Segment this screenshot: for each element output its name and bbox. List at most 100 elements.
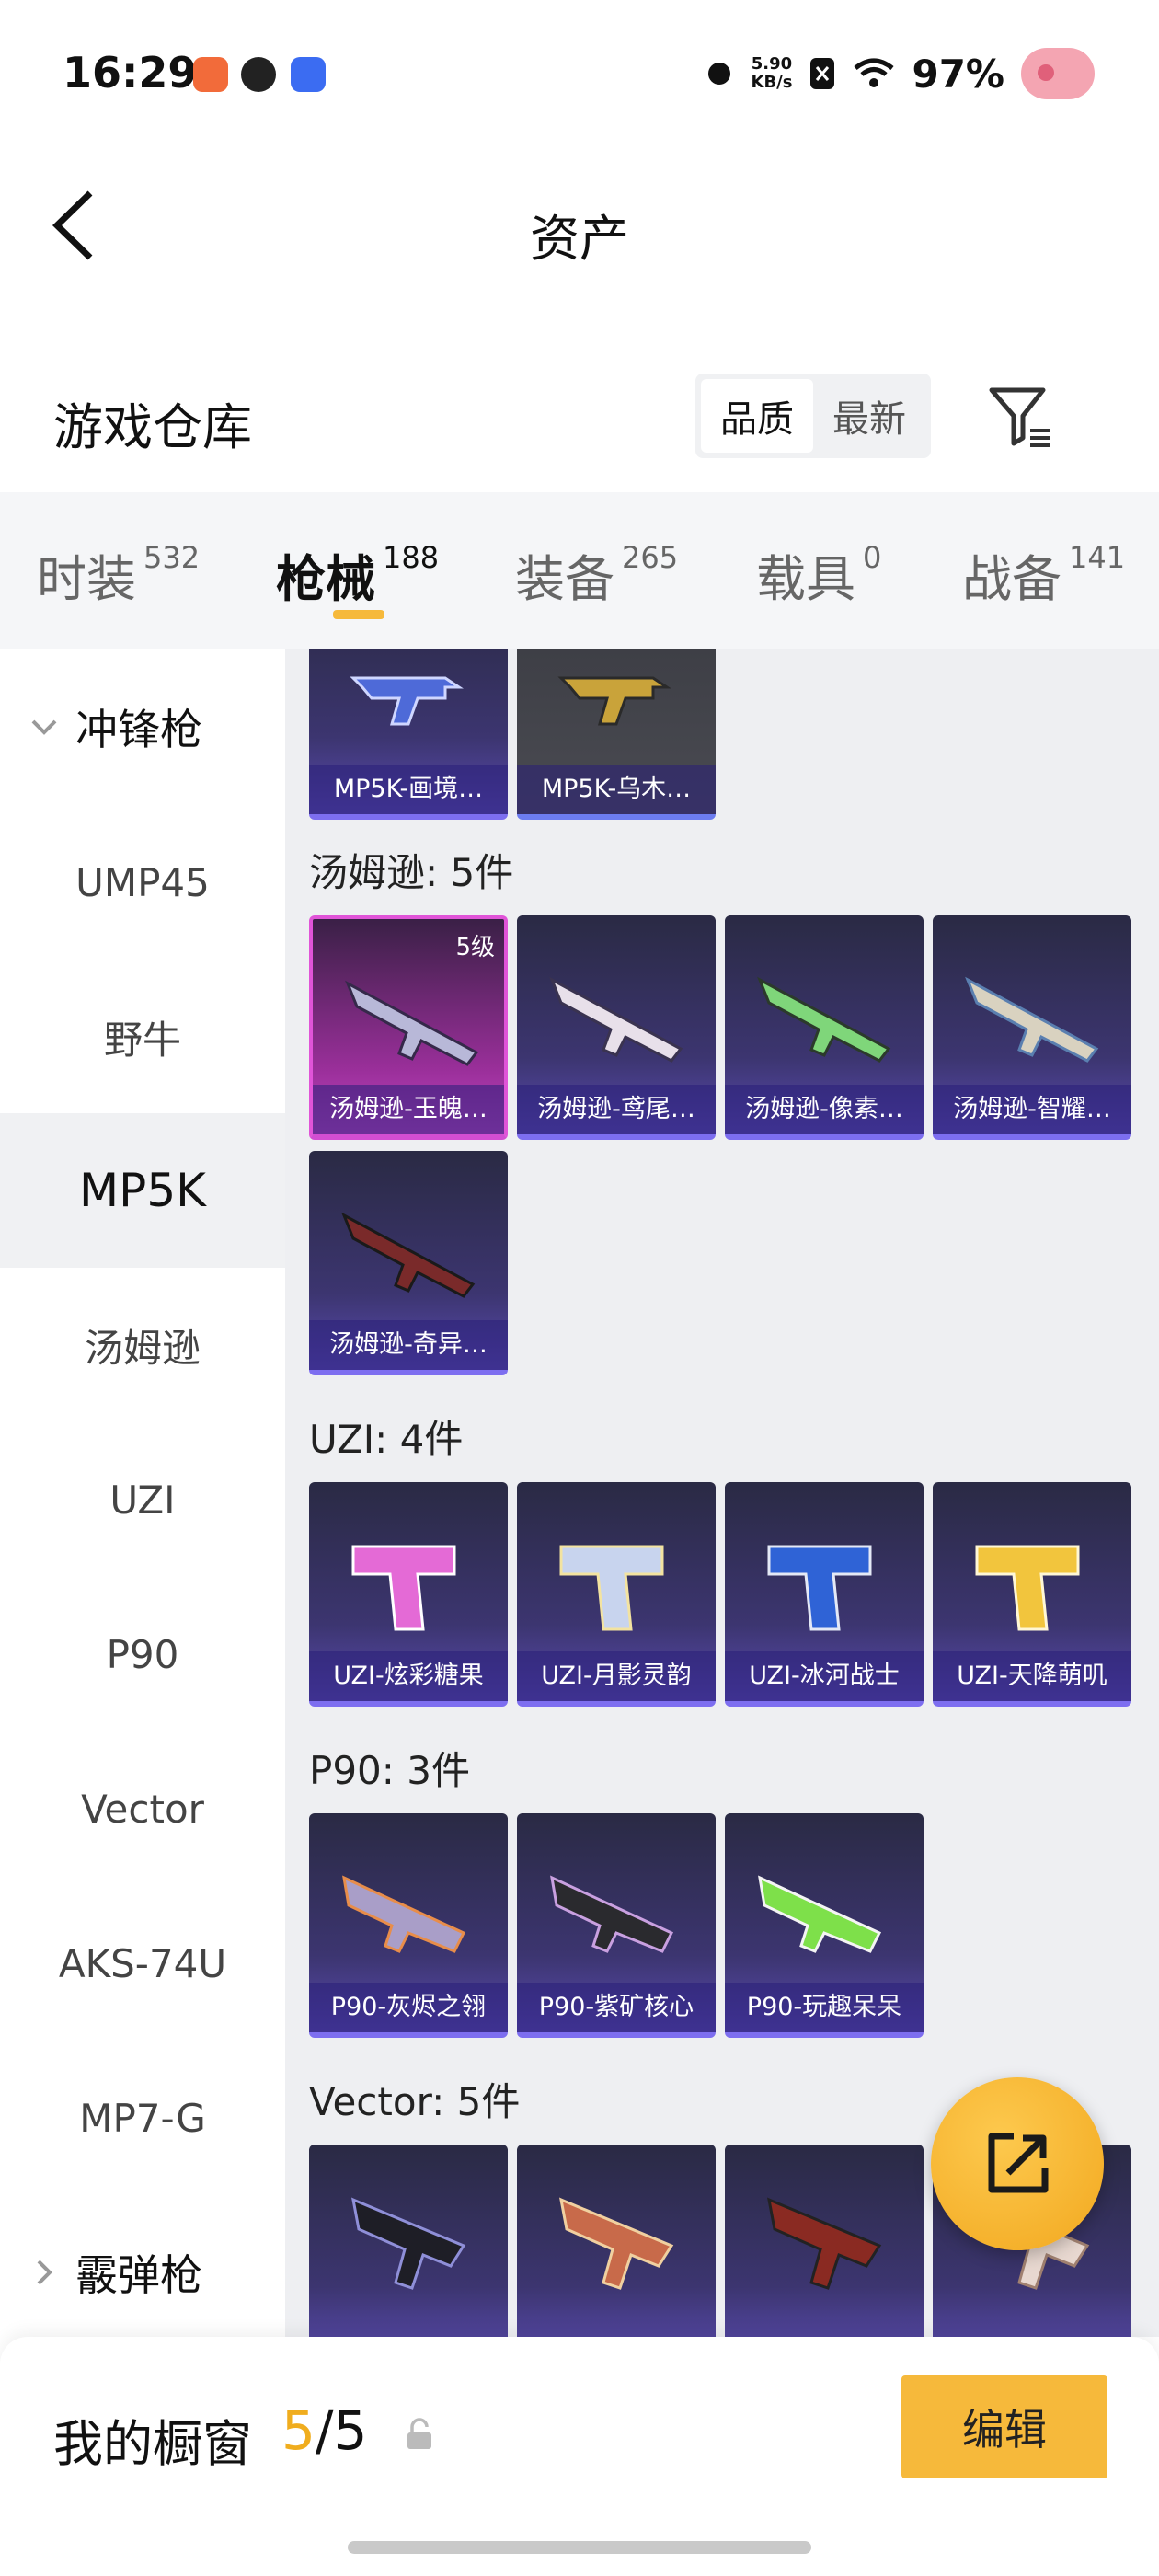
sidebar-item-uzi[interactable]: UZI [0, 1422, 285, 1577]
skin-card[interactable]: UZI-月影灵韵 [517, 1482, 716, 1707]
sort-quality-button[interactable]: 品质 [701, 379, 813, 453]
chevron-right-icon [37, 2260, 52, 2285]
sidebar-item-aks74u[interactable]: AKS-74U [0, 1886, 285, 2041]
tab-label: 时装 [37, 550, 136, 608]
active-tab-indicator [333, 610, 384, 619]
sidebar-item-p90[interactable]: P90 [0, 1577, 285, 1731]
pistol-skin-icon [559, 1545, 664, 1631]
tab-fashion[interactable]: 时装 532 [37, 538, 200, 611]
skin-card[interactable]: P90-灰烬之翎 [309, 1813, 508, 2038]
tab-label: 枪械 [276, 550, 375, 608]
skin-name: MP5K-乌木… [517, 765, 716, 814]
edit-button[interactable]: 编辑 [901, 2375, 1107, 2478]
skin-card[interactable]: 5级 汤姆逊-玉魄… [309, 915, 508, 1140]
sidebar-item-thompson[interactable]: 汤姆逊 [0, 1268, 285, 1422]
net-speed-unit: KB/s [751, 73, 793, 92]
skin-name: UZI-炫彩糖果 [309, 1651, 508, 1701]
lock-icon [407, 2418, 431, 2449]
skin-card[interactable]: 汤姆逊-像素… [725, 915, 924, 1140]
skin-name: P90-玩趣呆呆 [725, 1983, 924, 2032]
warehouse-row: 游戏仓库 品质 最新 [0, 350, 1159, 488]
home-indicator[interactable] [348, 2541, 811, 2554]
pistol-skin-icon [767, 1545, 872, 1631]
skin-name: P90-灰烬之翎 [309, 1983, 508, 2032]
skin-name: UZI-冰河战士 [725, 1651, 924, 1701]
skin-card[interactable]: 汤姆逊-智耀… [933, 915, 1131, 1140]
skin-card[interactable]: MP5K-画境… [309, 649, 508, 820]
tab-count: 532 [143, 540, 201, 575]
skin-name: 汤姆逊-奇异… [309, 1320, 508, 1370]
tab-label: 载具 [756, 550, 855, 608]
skin-name: MP5K-画境… [309, 765, 508, 814]
status-time: 16:29 [63, 48, 198, 98]
share-button[interactable] [931, 2077, 1104, 2250]
skin-card[interactable]: 汤姆逊-奇异… [309, 1151, 508, 1375]
skin-card[interactable]: 汤姆逊-鸢尾… [517, 915, 716, 1140]
net-speed-value: 5.90 [751, 54, 793, 74]
net-speed: 5.90 KB/s [752, 55, 793, 92]
skin-name: 汤姆逊-智耀… [933, 1085, 1131, 1134]
skin-card[interactable]: MP5K-乌木… [517, 649, 716, 820]
pistol-skin-icon [975, 1545, 1080, 1631]
rifle-skin-icon [757, 976, 891, 1063]
bluetooth-icon [707, 63, 730, 85]
sidebar-item-bison[interactable]: 野牛 [0, 960, 285, 1114]
tab-vehicles[interactable]: 载具 0 [756, 538, 881, 611]
tab-equipment[interactable]: 装备 265 [515, 538, 678, 611]
filter-icon[interactable] [986, 383, 1056, 453]
tab-supplies[interactable]: 战备 141 [962, 538, 1125, 611]
section-title-uzi: UZI: 4件 [309, 1417, 464, 1462]
skin-card[interactable]: UZI-天降萌叽 [933, 1482, 1131, 1707]
app-icon-2 [241, 57, 276, 92]
section-title-thompson: 汤姆逊: 5件 [309, 850, 514, 895]
showcase-total: /5 [315, 2399, 368, 2462]
skin-card[interactable] [309, 2145, 508, 2337]
sidebar-item-mp5k[interactable]: MP5K [0, 1113, 285, 1268]
app-icon-1 [193, 57, 228, 92]
app-icon-3 [291, 57, 326, 92]
skin-name: 汤姆逊-鸢尾… [517, 1085, 716, 1134]
tab-count: 141 [1069, 540, 1126, 575]
showcase-bar: 我的橱窗 5/5 编辑 [0, 2337, 1159, 2576]
skin-card[interactable]: UZI-炫彩糖果 [309, 1482, 508, 1707]
tab-count: 265 [622, 540, 679, 575]
smg-skin-icon [557, 676, 671, 726]
sidebar-item-mp7g[interactable]: MP7-G [0, 2041, 285, 2195]
weapon-sidebar: 冲锋枪 UMP45 野牛 MP5K 汤姆逊 UZI P90 Vector AKS… [0, 649, 285, 2337]
section-title-p90: P90: 3件 [309, 1748, 470, 1793]
wifi-icon [854, 58, 895, 87]
section-title-vector: Vector: 5件 [309, 2079, 521, 2124]
skin-card[interactable]: UZI-冰河战士 [725, 1482, 924, 1707]
skin-name: P90-紫矿核心 [517, 1983, 716, 2032]
chevron-down-icon [31, 719, 57, 735]
smg-skin-icon [758, 1875, 882, 1953]
page-title: 资产 [530, 210, 629, 268]
sim-icon [810, 58, 835, 89]
tab-firearms[interactable]: 枪械 188 [276, 538, 439, 611]
skin-card[interactable]: P90-紫矿核心 [517, 1813, 716, 2038]
sort-toggle: 品质 最新 [695, 374, 931, 458]
app-header: 资产 [0, 138, 1159, 313]
sidebar-item-ump45[interactable]: UMP45 [0, 805, 285, 960]
smg-skin-icon [350, 676, 464, 726]
status-right-group: 5.90 KB/s 97% [704, 48, 1095, 99]
showcase-count: 5/5 [281, 2399, 367, 2462]
rifle-skin-icon [341, 1212, 476, 1298]
tab-count: 0 [863, 540, 882, 575]
sidebar-group-label: 冲锋枪 [75, 705, 202, 754]
skin-card[interactable]: P90-玩趣呆呆 [725, 1813, 924, 2038]
smg-skin-icon [351, 2197, 466, 2290]
sort-newest-button[interactable]: 最新 [813, 379, 925, 453]
warehouse-title: 游戏仓库 [53, 398, 252, 456]
tab-label: 战备 [962, 550, 1061, 608]
showcase-label: 我的橱窗 [53, 2415, 252, 2473]
skin-card[interactable] [725, 2145, 924, 2337]
sidebar-group-label: 霰弹枪 [75, 2250, 202, 2300]
skin-name: UZI-月影灵韵 [517, 1651, 716, 1701]
sidebar-group-shotgun[interactable]: 霰弹枪 [0, 2217, 285, 2328]
showcase-current: 5 [281, 2399, 316, 2462]
battery-level: 97% [912, 51, 1004, 97]
skin-card[interactable] [517, 2145, 716, 2337]
sidebar-group-smg[interactable]: 冲锋枪 [0, 672, 285, 782]
sidebar-item-vector[interactable]: Vector [0, 1731, 285, 1886]
